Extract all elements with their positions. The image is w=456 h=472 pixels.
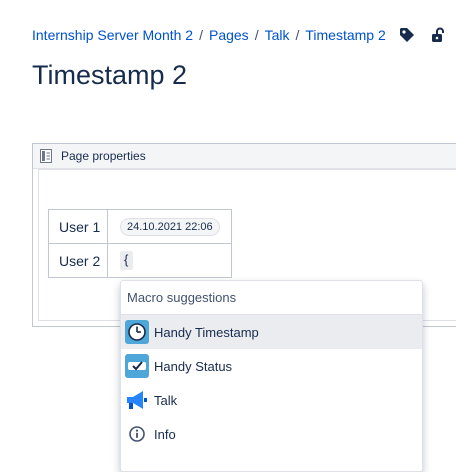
suggestion-label: Info (154, 426, 176, 442)
suggestion-label: Talk (154, 392, 178, 408)
breadcrumb-pages-link[interactable]: Pages (209, 27, 249, 43)
suggestion-label: Handy Status (154, 358, 233, 374)
breadcrumb-space-link[interactable]: Internship Server Month 2 (32, 27, 193, 43)
breadcrumb-talk-link[interactable]: Talk (265, 27, 290, 43)
megaphone-icon (125, 388, 149, 412)
macro-title: Page properties (61, 149, 146, 163)
suggestion-info[interactable]: Info (121, 417, 422, 451)
properties-table: User 1 24.10.2021 22:06 User 2 { (48, 209, 232, 278)
row-key-user-2[interactable]: User 2 (48, 243, 108, 278)
table-row: User 2 { (48, 243, 232, 278)
status-icon (125, 354, 149, 378)
page-properties-icon (40, 149, 52, 163)
suggestion-label: Handy Timestamp (154, 324, 259, 340)
macro-suggestions-dropdown: Macro suggestions Handy Timestamp Handy … (120, 280, 423, 472)
table-row: User 1 24.10.2021 22:06 (48, 209, 232, 244)
unlock-icon[interactable] (430, 27, 446, 43)
suggestions-title: Macro suggestions (121, 281, 422, 315)
suggestion-handy-timestamp[interactable]: Handy Timestamp (121, 315, 422, 349)
timestamp-chip[interactable]: 24.10.2021 22:06 (120, 218, 220, 236)
suggestion-handy-status[interactable]: Handy Status (121, 349, 422, 383)
row-value-cell[interactable]: 24.10.2021 22:06 (107, 209, 232, 244)
suggestion-talk[interactable]: Talk (121, 383, 422, 417)
clock-icon (125, 320, 149, 344)
row-key-user-1[interactable]: User 1 (48, 209, 108, 244)
row-value-cell[interactable]: { (107, 243, 232, 278)
macro-header: Page properties (33, 144, 456, 169)
info-icon (125, 422, 149, 446)
page-title: Timestamp 2 (32, 60, 188, 90)
breadcrumb-current-link[interactable]: Timestamp 2 (305, 27, 385, 43)
breadcrumb-separator: / (254, 27, 259, 43)
breadcrumb: Internship Server Month 2 / Pages / Talk / Tim… (32, 26, 386, 44)
breadcrumb-separator: / (295, 27, 300, 43)
breadcrumb-separator: / (199, 27, 203, 43)
label-icon[interactable] (399, 27, 415, 43)
macro-trigger-text[interactable]: { (120, 251, 134, 270)
